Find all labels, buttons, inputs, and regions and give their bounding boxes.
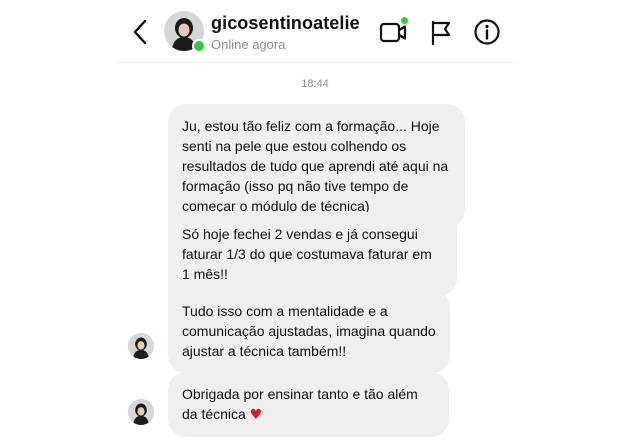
info-icon bbox=[474, 19, 500, 45]
flag-icon bbox=[431, 20, 451, 46]
video-call-button[interactable] bbox=[378, 16, 409, 47]
info-button[interactable] bbox=[472, 17, 502, 47]
contact-avatar[interactable] bbox=[164, 11, 206, 53]
chat-header: gicosentinoatelie Online agora bbox=[0, 0, 630, 64]
profile-photo-icon bbox=[128, 333, 154, 359]
profile-photo-icon bbox=[128, 399, 154, 425]
contact-status: Online agora bbox=[211, 37, 286, 52]
sender-avatar[interactable] bbox=[128, 399, 154, 425]
chevron-left-icon bbox=[133, 19, 147, 45]
message-bubble[interactable]: Ju, estou tão feliz com a formação... Ho… bbox=[168, 104, 465, 228]
active-indicator-dot bbox=[400, 16, 409, 25]
message-bubble[interactable]: Só hoje fechei 2 vendas e já consegui fa… bbox=[168, 212, 457, 296]
sender-avatar[interactable] bbox=[128, 333, 154, 359]
header-divider bbox=[115, 62, 515, 63]
heart-emoji: ♥ bbox=[249, 407, 263, 423]
online-status-dot bbox=[192, 39, 206, 53]
message-bubble[interactable]: Obrigada por ensinar tanto e tão além da… bbox=[168, 372, 449, 437]
back-button[interactable] bbox=[128, 17, 154, 47]
message-timestamp: 18:44 bbox=[301, 78, 329, 90]
contact-username[interactable]: gicosentinoatelie bbox=[211, 13, 360, 34]
message-text: Obrigada por ensinar tanto e tão além da… bbox=[182, 386, 418, 422]
message-bubble[interactable]: Tudo isso com a mentalidade e a comunica… bbox=[168, 289, 450, 373]
report-button[interactable] bbox=[426, 17, 456, 47]
